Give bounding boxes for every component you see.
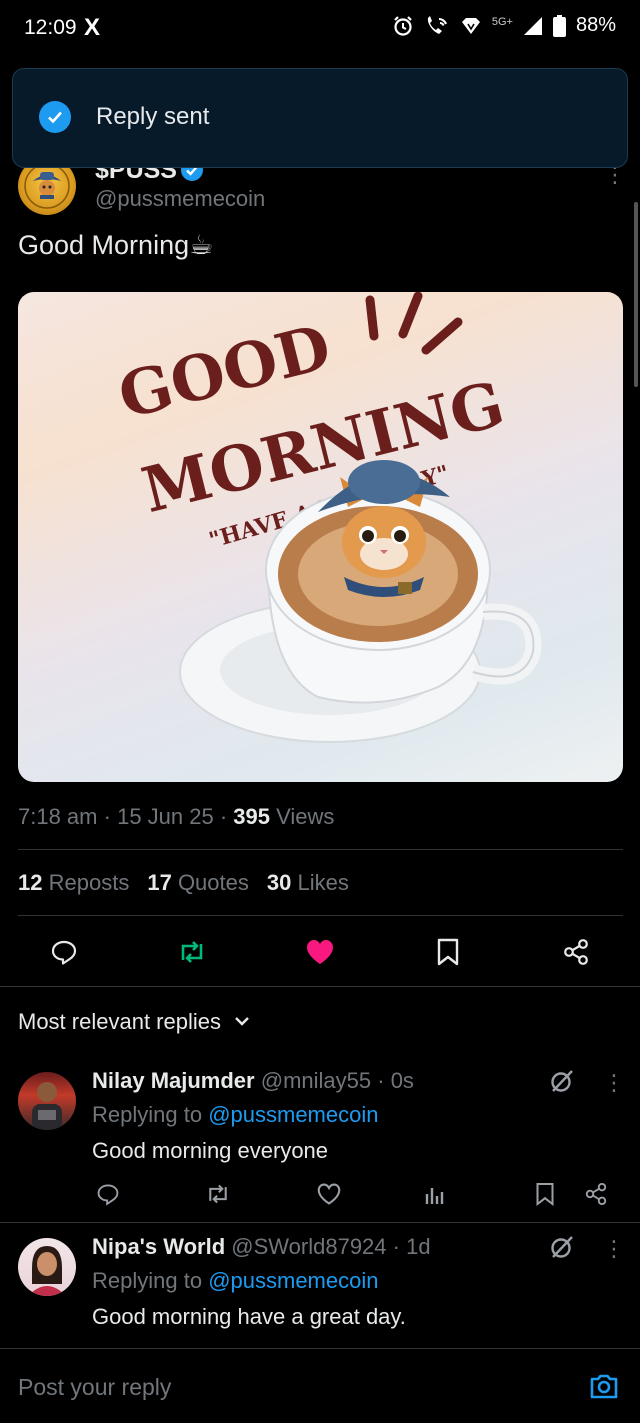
replying-to: Replying to @pussmemecoin (92, 1268, 379, 1293)
bookmark-icon[interactable] (535, 1182, 555, 1206)
tweet-stats: 12 Reposts 17 Quotes 30 Likes (18, 870, 349, 896)
heart-icon (307, 940, 333, 964)
x-app-icon: X (84, 14, 101, 41)
bookmark-icon (437, 938, 459, 966)
reply-button[interactable] (44, 932, 84, 972)
wifi-call-icon (427, 15, 447, 34)
battery-level: 88% (575, 14, 616, 36)
reply-text: Good morning everyone (92, 1138, 329, 1163)
toast-message: Reply sent (96, 103, 210, 130)
reply-sent-toast[interactable]: Reply sent (12, 68, 628, 168)
tweet-meta: 7:18 am · 15 Jun 25 · 395 Views (18, 804, 335, 829)
more-options-icon[interactable]: ⋮ (603, 1072, 625, 1094)
scrollbar[interactable] (634, 202, 638, 387)
grok-icon[interactable] (549, 1068, 575, 1094)
reposts-stat[interactable]: 12 Reposts (18, 870, 129, 896)
tweet-text: Good Morning☕ (18, 230, 214, 260)
network-type: 5G+ (491, 15, 513, 28)
camera-icon[interactable] (588, 1370, 620, 1402)
heart-icon[interactable] (316, 1182, 342, 1206)
check-circle-icon (39, 101, 71, 133)
share-icon[interactable] (584, 1182, 608, 1206)
avatar[interactable] (18, 1072, 76, 1130)
quotes-stat[interactable]: 17 Quotes (147, 870, 249, 896)
tweet-image[interactable]: GOOD MORNING "HAVE A NICE DAY" (18, 292, 623, 782)
author-handle[interactable]: @pussmemecoin (95, 186, 265, 212)
replying-to-handle[interactable]: @pussmemecoin (208, 1268, 378, 1293)
reply-author[interactable]: Nilay Majumder @mnilay55 · 0s (92, 1068, 414, 1094)
reply-text: Good morning have a great day. (92, 1304, 406, 1329)
avatar[interactable] (18, 1238, 76, 1296)
repost-icon[interactable] (204, 1182, 232, 1206)
views-count: 395 (233, 804, 271, 829)
battery-icon (552, 14, 566, 37)
reply-icon (51, 940, 77, 965)
views-icon[interactable] (424, 1182, 446, 1206)
likes-stat[interactable]: 30 Likes (267, 870, 349, 896)
more-options-icon[interactable]: ⋮ (604, 164, 626, 186)
repost-icon (181, 941, 203, 963)
share-button[interactable] (556, 932, 596, 972)
like-button[interactable] (300, 932, 340, 972)
divider (18, 915, 623, 916)
divider (0, 1348, 640, 1349)
status-bar: 12:09 X 5G+ 88% (0, 0, 640, 56)
divider (18, 849, 623, 850)
reply-author[interactable]: Nipa's World @SWorld87924 · 1d (92, 1234, 431, 1260)
replying-to: Replying to @pussmemecoin (92, 1102, 379, 1127)
replying-to-handle[interactable]: @pussmemecoin (208, 1102, 378, 1127)
alarm-icon (394, 15, 412, 36)
bookmark-button[interactable] (428, 932, 468, 972)
divider (0, 986, 640, 987)
grok-icon[interactable] (549, 1234, 575, 1260)
reply-icon[interactable] (96, 1182, 120, 1206)
signal-icon (523, 16, 542, 35)
reply-item[interactable]: Nilay Majumder @mnilay55 · 0s ⋮ Replying… (0, 1056, 640, 1222)
reply-item[interactable]: Nipa's World @SWorld87924 · 1d ⋮ Replyin… (0, 1222, 640, 1348)
reply-composer-input[interactable]: Post your reply (18, 1374, 171, 1401)
data-saver-icon (461, 17, 480, 34)
replies-sort-dropdown[interactable]: Most relevant replies (18, 1009, 251, 1035)
status-time: 12:09 (24, 16, 77, 39)
repost-button[interactable] (172, 932, 212, 972)
share-icon (564, 939, 588, 965)
chevron-down-icon (235, 1017, 249, 1026)
more-options-icon[interactable]: ⋮ (603, 1238, 625, 1260)
